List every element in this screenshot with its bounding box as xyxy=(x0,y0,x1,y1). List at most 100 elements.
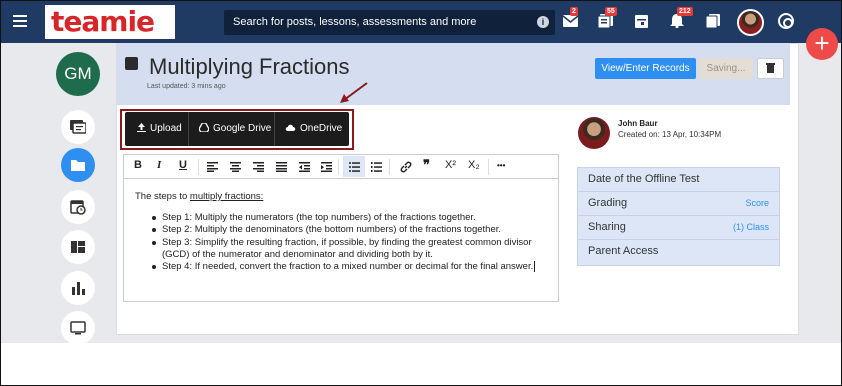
separator xyxy=(274,112,275,146)
step-label: Step 4: xyxy=(162,261,193,273)
onedrive-button[interactable]: OneDrive xyxy=(285,112,342,146)
step-text: If needed, convert the fraction to a mix… xyxy=(192,261,534,273)
text-cursor xyxy=(534,261,536,273)
row-value: (1) Class xyxy=(732,222,769,232)
upload-button-group: Upload Google Drive OneDrive xyxy=(125,112,349,146)
rail-analytics-button[interactable] xyxy=(61,271,95,305)
intro-text: The steps to xyxy=(135,191,190,202)
google-drive-icon xyxy=(198,122,210,133)
toolbar-separator xyxy=(488,159,489,175)
onedrive-label: OneDrive xyxy=(300,123,343,134)
calendar-icon[interactable] xyxy=(635,14,650,28)
toolbar-separator xyxy=(198,159,199,175)
panel-row-grading[interactable]: Grading Score xyxy=(578,192,779,216)
indent-icon[interactable] xyxy=(321,162,332,172)
help-icon[interactable] xyxy=(778,13,794,29)
author-name[interactable]: John Baur xyxy=(618,119,658,128)
logo-text: teamie xyxy=(51,5,155,38)
discussion-icon xyxy=(70,120,86,134)
monitor-icon xyxy=(70,321,86,335)
superscript-button[interactable]: X² xyxy=(445,159,456,171)
rail-dashboard-button[interactable] xyxy=(61,230,95,264)
italic-button[interactable]: I xyxy=(157,159,161,171)
folder-icon xyxy=(71,160,85,171)
notifications-icon[interactable]: 212 xyxy=(670,7,693,29)
row-label: Sharing xyxy=(588,221,626,233)
created-date: Created on: 13 Apr, 10:34PM xyxy=(618,130,722,139)
bold-button[interactable]: B xyxy=(134,159,142,171)
messages-badge: 2 xyxy=(570,7,578,16)
list-item: Step 2: Multiply the denominators (the b… xyxy=(150,224,555,236)
step-text: Multiply the numerators (the top numbers… xyxy=(192,212,476,223)
step-label: Step 2: xyxy=(162,224,193,236)
align-justify-icon[interactable] xyxy=(276,162,287,172)
link-icon[interactable] xyxy=(400,161,412,173)
upload-icon xyxy=(137,123,146,132)
list-item: Step 3: Simplify the resulting fraction,… xyxy=(150,237,555,262)
toolbar-separator xyxy=(338,159,339,175)
step-text: Simplify the resulting fraction, if poss… xyxy=(162,236,532,260)
search-placeholder: Search for posts, lessons, assessments a… xyxy=(233,16,477,28)
bullet-list-icon[interactable] xyxy=(349,162,360,172)
align-left-icon[interactable] xyxy=(207,162,218,172)
intro-link[interactable]: multiply fractions: xyxy=(190,191,263,202)
numbered-list-icon[interactable] xyxy=(371,162,382,172)
rail-discussions-button[interactable] xyxy=(61,110,95,144)
subscript-button[interactable]: X₂ xyxy=(468,159,480,171)
page-title: Multiplying Fractions xyxy=(149,54,350,79)
delete-button[interactable] xyxy=(757,58,784,79)
rail-folder-button[interactable] xyxy=(61,148,95,182)
user-avatar[interactable] xyxy=(737,9,764,36)
step-label: Step 1: xyxy=(162,212,193,223)
panel-row-parent-access[interactable]: Parent Access xyxy=(578,240,779,264)
author-avatar[interactable] xyxy=(578,117,610,149)
upload-button[interactable]: Upload xyxy=(137,112,182,146)
row-label: Parent Access xyxy=(588,245,659,257)
panel-row-date[interactable]: Date of the Offline Test xyxy=(578,168,779,192)
updates-icon[interactable]: 55 xyxy=(597,7,617,29)
info-icon[interactable]: i xyxy=(537,16,549,28)
rail-screen-button[interactable] xyxy=(61,311,95,345)
messages-icon[interactable]: 2 xyxy=(562,7,579,28)
align-center-icon[interactable] xyxy=(230,162,241,172)
separator xyxy=(188,112,189,146)
row-label: Date of the Offline Test xyxy=(588,173,700,185)
notifications-badge: 212 xyxy=(677,7,693,16)
dashboard-icon xyxy=(71,241,85,253)
logo[interactable]: teamie xyxy=(45,5,175,39)
steps-list: Step 1: Multiply the numerators (the top… xyxy=(150,212,555,273)
step-text: Multiply the denominators (the bottom nu… xyxy=(192,224,502,236)
annotation-arrow xyxy=(340,82,368,103)
outdent-icon[interactable] xyxy=(299,162,310,172)
cloud-icon xyxy=(285,124,296,131)
more-options-button[interactable]: ••• xyxy=(497,161,505,170)
google-drive-button[interactable]: Google Drive xyxy=(198,112,272,146)
calendar-clock-icon xyxy=(70,200,86,215)
toolbar-separator xyxy=(389,159,390,175)
rail-schedule-button[interactable] xyxy=(61,190,95,224)
blockquote-button[interactable]: ❞ xyxy=(423,157,430,173)
row-value: Score xyxy=(745,198,769,208)
upload-label: Upload xyxy=(150,123,182,134)
saving-button[interactable]: Saving... xyxy=(699,58,753,79)
align-right-icon[interactable] xyxy=(253,162,264,172)
list-item: Step 4: If needed, convert the fraction … xyxy=(150,261,555,273)
panel-row-sharing[interactable]: Sharing (1) Class xyxy=(578,216,779,240)
editor-intro: The steps to multiply fractions: xyxy=(135,191,263,202)
updates-badge: 55 xyxy=(605,7,617,16)
google-drive-label: Google Drive xyxy=(213,123,272,134)
list-item: Step 1: Multiply the numerators (the top… xyxy=(150,212,555,224)
search-input[interactable]: Search for posts, lessons, assessments a… xyxy=(224,10,555,35)
menu-icon[interactable] xyxy=(13,15,27,27)
settings-panel: Date of the Offline Test Grading Score S… xyxy=(577,167,780,266)
last-updated: Last updated: 3 mins ago xyxy=(147,83,226,90)
user-initials-avatar[interactable]: GM xyxy=(56,52,100,96)
view-enter-records-button[interactable]: View/Enter Records xyxy=(595,58,696,79)
offline-test-icon xyxy=(125,57,138,70)
files-icon[interactable] xyxy=(705,14,721,29)
underline-button[interactable]: U xyxy=(179,159,187,171)
row-label: Grading xyxy=(588,197,628,209)
add-fab-button[interactable]: + xyxy=(806,28,838,60)
step-label: Step 3: xyxy=(162,236,193,248)
top-bar: teamie Search for posts, lessons, assess… xyxy=(1,1,841,43)
